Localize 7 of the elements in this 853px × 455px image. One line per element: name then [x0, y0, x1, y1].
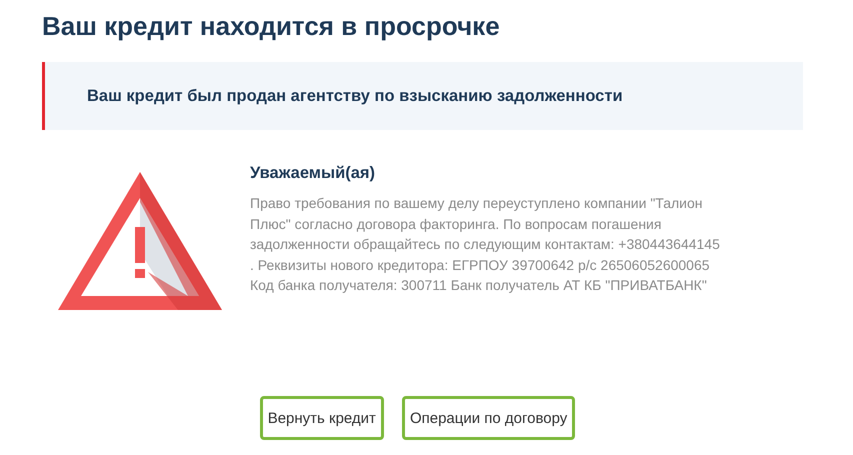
action-button[interactable]: Вернуть кредит: [260, 396, 384, 440]
greeting-heading: Уважаемый(ая): [250, 164, 376, 183]
action-button[interactable]: Операции по договору: [402, 396, 576, 440]
warning-icon: [58, 172, 222, 310]
page-title: Ваш кредит находится в просрочке: [42, 10, 501, 43]
alert-text: Ваш кредит был продан агентству по взысканию задолженности: [87, 86, 623, 106]
message-paragraph: Право требования по вашему делу переуступлено компании "Талион Плюс" согласно договора факторинга. По вопросам погашения задолженности обращайтесь по следующим контактам: +380443644145 . Реквизиты нового кредитора: ЕГРПОУ 39700642 р/с 26506052600065 Код банка получателя: 300711 Банк получатель АТ КБ "ПРИВАТБАНК": [250, 194, 720, 295]
